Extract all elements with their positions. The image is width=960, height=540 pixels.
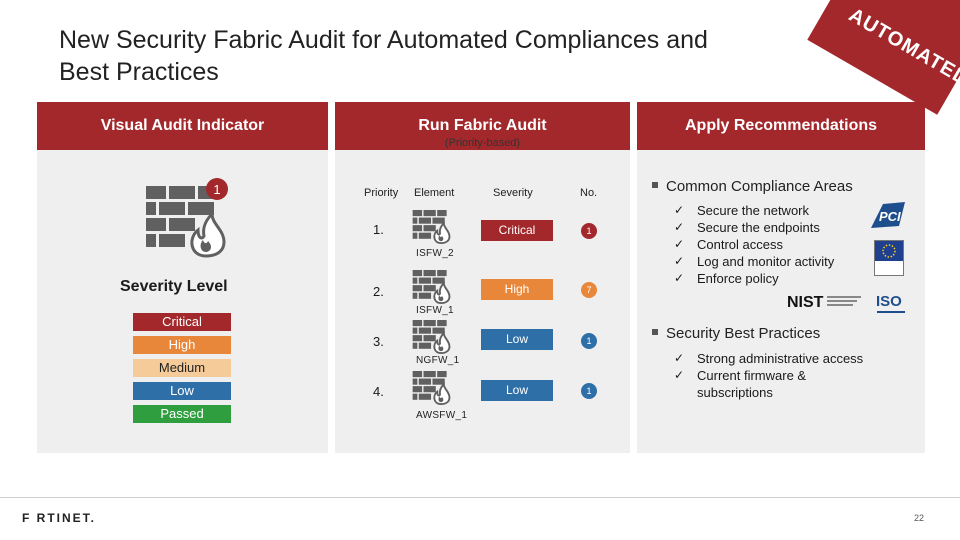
priority-based-note: (Priority-based) xyxy=(444,137,521,149)
compliance-areas-title: Common Compliance Areas xyxy=(666,178,853,195)
apply-recommendations-header: Apply Recommendations xyxy=(637,102,925,150)
list-item: Secure the endpoints xyxy=(674,219,834,236)
best-practices-title: Security Best Practices xyxy=(666,325,821,342)
title-line-2: Best Practices xyxy=(59,58,219,86)
notification-badge: 1 xyxy=(206,178,228,200)
row-priority: 2. xyxy=(373,284,384,299)
severity-low-bar: Low xyxy=(133,382,231,400)
visual-audit-header: Visual Audit Indicator xyxy=(37,102,328,150)
row-count: 1 xyxy=(581,383,597,399)
severity-high-bar: High xyxy=(133,336,231,354)
severity-header: Severity xyxy=(493,187,533,199)
pci-logo-icon: PCI xyxy=(871,202,905,228)
nist-logo-icon: NIST xyxy=(787,294,861,310)
list-item-text: Current firmware & xyxy=(697,368,807,383)
row-element: AWSFW_1 xyxy=(416,410,468,421)
row-element: ISFW_2 xyxy=(416,248,454,259)
best-practices-heading: Security Best Practices xyxy=(652,325,820,342)
list-item-text: subscriptions xyxy=(697,385,773,400)
nist-logo-text: NIST xyxy=(787,294,824,310)
iso-logo-text: ISO xyxy=(876,293,902,310)
eu-gdpr-logo-icon xyxy=(874,240,904,276)
row-severity: Low xyxy=(481,380,553,401)
severity-passed-bar: Passed xyxy=(133,405,231,423)
list-item: Current firmware & subscriptions xyxy=(674,367,863,401)
slide-title: New Security Fabric Audit for Automated … xyxy=(59,24,819,88)
title-line-1: New Security Fabric Audit for Automated … xyxy=(59,26,708,54)
firewall-icon xyxy=(412,320,451,354)
severity-medium-bar: Medium xyxy=(133,359,231,377)
row-priority: 1. xyxy=(373,222,384,237)
compliance-areas-heading: Common Compliance Areas xyxy=(652,178,853,195)
row-count: 1 xyxy=(581,223,597,239)
iso-logo-icon: ISO xyxy=(876,293,905,313)
row-priority: 4. xyxy=(373,384,384,399)
element-header: Element xyxy=(414,187,455,199)
row-element: NGFW_1 xyxy=(416,355,460,366)
best-practices-list: Strong administrative access Current fir… xyxy=(674,350,863,401)
list-item: Log and monitor activity xyxy=(674,253,834,270)
row-element: ISFW_1 xyxy=(416,305,454,316)
list-item: Control access xyxy=(674,236,834,253)
pci-logo-text: PCI xyxy=(879,209,901,224)
firewall-icon xyxy=(412,371,451,405)
fortinet-logo: F RTINET. xyxy=(22,511,96,525)
row-severity: High xyxy=(481,279,553,300)
no-header: No. xyxy=(580,187,598,199)
row-severity: Low xyxy=(481,329,553,350)
row-severity: Critical xyxy=(481,220,553,241)
severity-level-title: Severity Level xyxy=(120,278,228,295)
list-item: Strong administrative access xyxy=(674,350,863,367)
bullet-square-icon xyxy=(652,182,658,189)
row-count: 7 xyxy=(581,282,597,298)
row-count: 1 xyxy=(581,333,597,349)
list-item: Secure the network xyxy=(674,202,834,219)
severity-critical-bar: Critical xyxy=(133,313,231,331)
compliance-list: Secure the network Secure the endpoints … xyxy=(674,202,834,287)
bullet-square-icon xyxy=(652,329,658,336)
row-priority: 3. xyxy=(373,334,384,349)
list-item: Enforce policy xyxy=(674,270,834,287)
firewall-icon xyxy=(412,210,451,244)
eu-flag-icon xyxy=(875,241,903,261)
footer-divider xyxy=(0,497,960,498)
firewall-icon xyxy=(412,270,451,304)
priority-header: Priority xyxy=(364,187,399,199)
page-number: 22 xyxy=(914,513,925,523)
